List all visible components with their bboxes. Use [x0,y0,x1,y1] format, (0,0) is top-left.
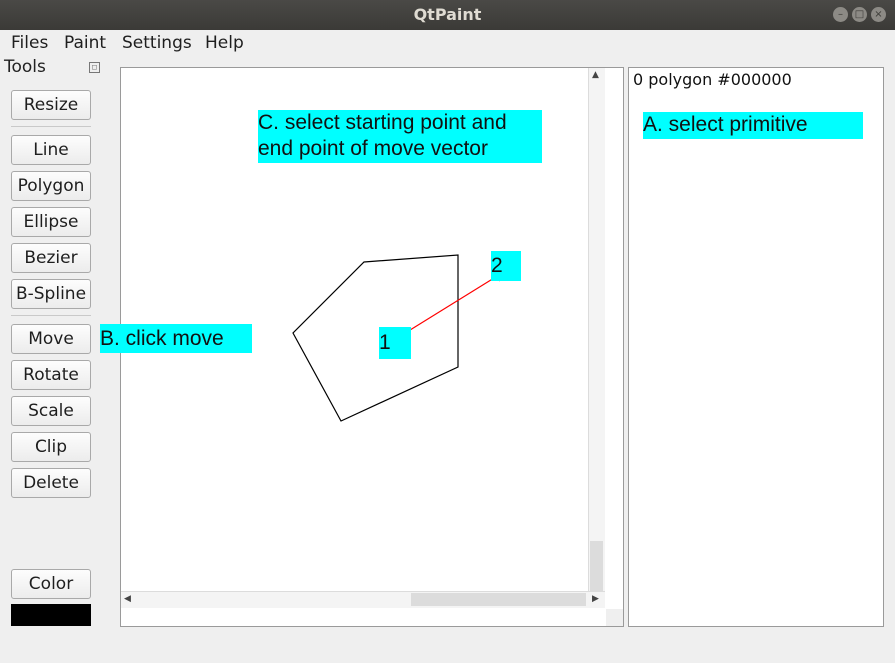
tools-separator [11,126,91,127]
tools-separator [11,315,91,316]
point-2-label: 2 [491,251,521,281]
step-c-line1: C. select starting point and [258,111,507,134]
step-c-line2: end point of move vector [258,137,488,160]
dock-float-icon[interactable]: ◻ [89,62,100,73]
bspline-button[interactable]: B-Spline [11,279,91,309]
tools-dock-title: Tools [4,57,46,77]
delete-button[interactable]: Delete [11,468,91,498]
menu-bar: Files Paint Settings Help [0,30,895,56]
scale-button[interactable]: Scale [11,396,91,426]
scroll-corner [606,609,623,626]
polygon-button[interactable]: Polygon [11,171,91,201]
close-icon[interactable]: × [871,7,886,22]
menu-paint[interactable]: Paint [64,33,106,53]
menu-help[interactable]: Help [205,33,244,53]
rotate-button[interactable]: Rotate [11,360,91,390]
scroll-up-icon[interactable]: ▲ [592,70,599,80]
minimize-icon[interactable]: – [833,7,848,22]
list-item[interactable]: 0 polygon #000000 [633,70,792,89]
vertical-scrollbar[interactable]: ▲ ▼ [588,68,605,608]
step-b-annotation: B. click move [100,324,252,353]
polygon-primitive[interactable] [292,254,459,422]
move-button[interactable]: Move [11,324,91,354]
scroll-left-icon[interactable]: ◀ [124,594,131,604]
window-titlebar: QtPaint [0,0,895,30]
menu-files[interactable]: Files [11,33,48,53]
line-button[interactable]: Line [11,135,91,165]
point-1-label: 1 [379,327,411,359]
step-c-annotation: C. select starting point and end point o… [258,110,542,163]
color-button[interactable]: Color [11,569,91,599]
step-a-annotation: A. select primitive [643,112,863,139]
horizontal-scroll-thumb[interactable] [411,593,586,606]
window-title: QtPaint [413,5,482,24]
current-color-swatch [11,604,91,626]
menu-settings[interactable]: Settings [122,33,192,53]
vertical-scroll-thumb[interactable] [590,541,603,591]
clip-button[interactable]: Clip [11,432,91,462]
bezier-button[interactable]: Bezier [11,243,91,273]
scroll-right-icon[interactable]: ▶ [592,594,599,604]
ellipse-button[interactable]: Ellipse [11,207,91,237]
maximize-icon[interactable]: □ [852,7,867,22]
resize-button[interactable]: Resize [11,90,91,120]
horizontal-scrollbar[interactable]: ◀ ▶ [121,591,605,608]
primitive-list: 0 polygon #000000 [628,67,884,627]
